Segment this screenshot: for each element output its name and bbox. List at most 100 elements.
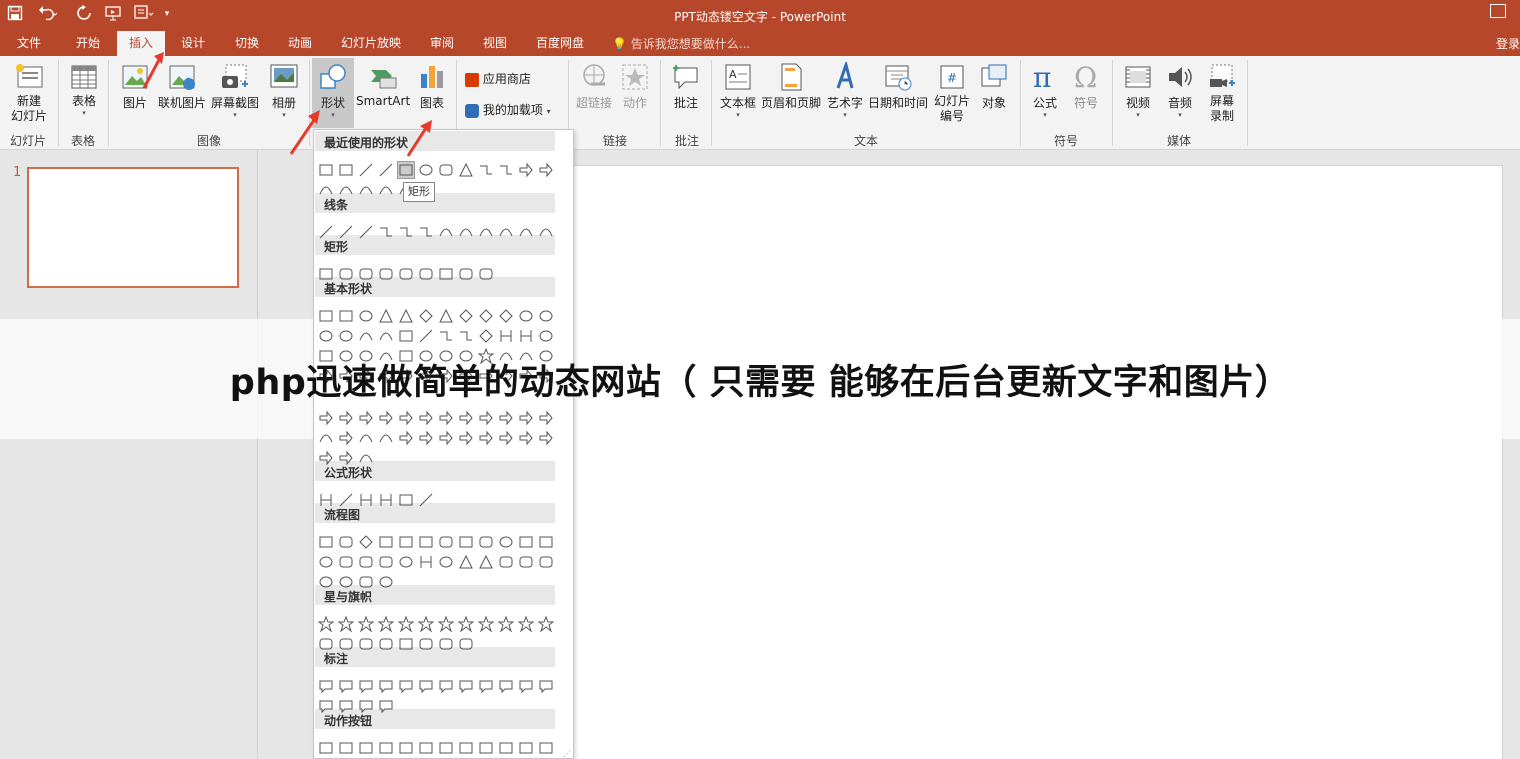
- shape-option-icon[interactable]: [318, 574, 334, 590]
- shape-option-icon[interactable]: [318, 328, 334, 344]
- shape-option-icon[interactable]: [538, 678, 554, 694]
- slide-thumbnail[interactable]: [27, 167, 239, 288]
- shape-option-icon[interactable]: [358, 574, 374, 590]
- action-button[interactable]: 动作: [618, 62, 652, 111]
- shape-option-icon[interactable]: [378, 410, 394, 426]
- shape-option-icon[interactable]: [538, 224, 554, 240]
- shape-option-icon[interactable]: [338, 328, 354, 344]
- shape-option-icon[interactable]: [378, 328, 394, 344]
- shape-option-icon[interactable]: [418, 328, 434, 344]
- shape-option-icon[interactable]: [338, 492, 354, 508]
- shape-option-icon[interactable]: [378, 534, 394, 550]
- shape-option-icon[interactable]: [458, 224, 474, 240]
- shape-option-icon[interactable]: [478, 554, 494, 570]
- shape-option-icon[interactable]: [458, 410, 474, 426]
- shape-option-icon[interactable]: [438, 740, 454, 756]
- shape-option-icon[interactable]: [478, 266, 494, 282]
- shape-option-icon[interactable]: [398, 740, 414, 756]
- audio-button[interactable]: 音频 ▾: [1162, 62, 1198, 119]
- shape-option-icon[interactable]: [318, 162, 334, 178]
- shape-option-icon[interactable]: [538, 534, 554, 550]
- shape-option-icon[interactable]: [378, 554, 394, 570]
- shape-option-icon[interactable]: [478, 224, 494, 240]
- shape-option-icon[interactable]: [438, 534, 454, 550]
- shape-option-icon[interactable]: [498, 554, 514, 570]
- shape-option-icon[interactable]: [458, 430, 474, 446]
- shape-option-icon[interactable]: [418, 534, 434, 550]
- shape-option-icon[interactable]: [358, 266, 374, 282]
- shape-option-icon[interactable]: [318, 308, 334, 324]
- shape-option-icon[interactable]: [338, 450, 354, 466]
- shape-option-icon[interactable]: [538, 328, 554, 344]
- shape-option-icon[interactable]: [498, 678, 514, 694]
- shape-option-icon[interactable]: [338, 554, 354, 570]
- shape-option-icon[interactable]: [478, 308, 494, 324]
- shape-option-icon[interactable]: [318, 636, 334, 652]
- tab-animations[interactable]: 动画: [288, 35, 312, 52]
- ribbon-display-options-icon[interactable]: [1490, 4, 1506, 18]
- shape-option-icon[interactable]: [438, 224, 454, 240]
- shape-option-icon[interactable]: [438, 678, 454, 694]
- shape-option-icon[interactable]: [398, 328, 414, 344]
- shape-option-icon[interactable]: [538, 308, 554, 324]
- shape-option-icon[interactable]: [538, 740, 554, 756]
- shape-option-icon[interactable]: [358, 534, 374, 550]
- shape-option-icon[interactable]: [338, 182, 354, 198]
- shape-option-icon[interactable]: [458, 534, 474, 550]
- shape-option-icon[interactable]: [358, 554, 374, 570]
- shape-option-icon[interactable]: [398, 224, 414, 240]
- shape-option-icon[interactable]: [498, 308, 514, 324]
- shape-option-icon[interactable]: [338, 636, 354, 652]
- shape-option-icon[interactable]: [418, 636, 434, 652]
- tab-review[interactable]: 审阅: [430, 35, 454, 52]
- shape-option-icon[interactable]: [378, 574, 394, 590]
- shape-option-icon[interactable]: [318, 534, 334, 550]
- shape-option-icon[interactable]: [538, 430, 554, 446]
- shape-option-icon[interactable]: [358, 616, 374, 632]
- shape-option-icon[interactable]: [338, 162, 354, 178]
- shape-option-icon[interactable]: [438, 430, 454, 446]
- shape-option-icon[interactable]: [378, 308, 394, 324]
- shape-option-icon[interactable]: [518, 554, 534, 570]
- shape-option-icon[interactable]: [478, 740, 494, 756]
- chart-button[interactable]: 图表: [415, 62, 449, 111]
- datetime-button[interactable]: 日期和时间: [868, 62, 928, 111]
- shape-option-icon[interactable]: [318, 430, 334, 446]
- shape-option-icon[interactable]: [478, 616, 494, 632]
- shape-option-icon[interactable]: [378, 678, 394, 694]
- shape-option-icon[interactable]: [398, 266, 414, 282]
- shape-option-icon[interactable]: [418, 740, 434, 756]
- shape-option-icon[interactable]: [378, 698, 394, 714]
- shape-option-icon[interactable]: [478, 162, 494, 178]
- shape-option-icon[interactable]: [398, 554, 414, 570]
- shape-option-icon[interactable]: [458, 308, 474, 324]
- shape-option-icon[interactable]: [338, 308, 354, 324]
- shape-option-icon[interactable]: [518, 430, 534, 446]
- shape-option-icon[interactable]: [418, 616, 434, 632]
- app-store-button[interactable]: 应用商店: [465, 70, 531, 87]
- shape-option-icon[interactable]: [358, 430, 374, 446]
- shape-option-icon[interactable]: [358, 678, 374, 694]
- shape-option-icon[interactable]: [518, 678, 534, 694]
- table-button[interactable]: 表格 ▾: [66, 62, 102, 117]
- shape-option-icon[interactable]: [378, 266, 394, 282]
- shape-option-icon[interactable]: [398, 678, 414, 694]
- shape-option-icon[interactable]: [458, 328, 474, 344]
- shape-option-icon[interactable]: [458, 636, 474, 652]
- shape-option-icon[interactable]: [418, 678, 434, 694]
- shape-option-icon[interactable]: [318, 182, 334, 198]
- shape-option-icon[interactable]: [358, 740, 374, 756]
- shape-option-icon[interactable]: [418, 430, 434, 446]
- shape-option-icon[interactable]: [338, 678, 354, 694]
- shape-option-icon[interactable]: [318, 616, 334, 632]
- shape-option-icon[interactable]: [358, 162, 374, 178]
- shape-option-icon[interactable]: [338, 534, 354, 550]
- shape-option-icon[interactable]: [458, 266, 474, 282]
- shape-option-icon[interactable]: [418, 492, 434, 508]
- shape-option-icon[interactable]: [358, 492, 374, 508]
- shape-option-icon[interactable]: [438, 410, 454, 426]
- slide-number-button[interactable]: # 幻灯片 编号: [932, 62, 972, 124]
- shape-option-icon[interactable]: [418, 308, 434, 324]
- shape-option-icon[interactable]: [318, 492, 334, 508]
- shape-option-icon[interactable]: [378, 636, 394, 652]
